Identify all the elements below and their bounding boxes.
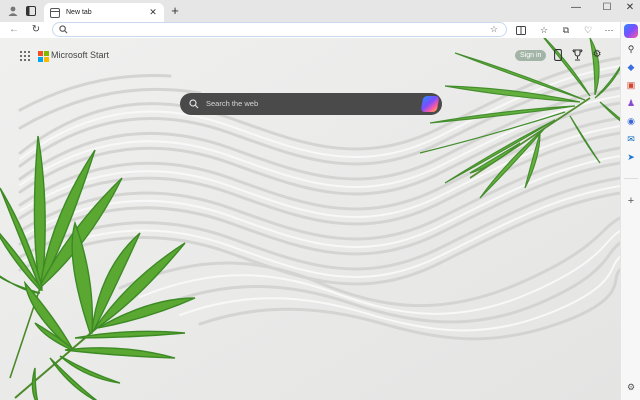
shopping-icon[interactable]: ◆: [624, 60, 638, 74]
tab-actions-icon[interactable]: [24, 4, 38, 18]
maximize-icon[interactable]: ☐: [597, 2, 617, 13]
new-tab-page: Microsoft Start Sign in ⚙ Search the web: [0, 38, 620, 400]
search-box[interactable]: Search the web: [180, 93, 442, 115]
collections-icon[interactable]: ⧉: [559, 23, 573, 37]
search-icon[interactable]: ⚲: [624, 42, 638, 56]
brand-name[interactable]: Microsoft Start: [51, 50, 109, 60]
refresh-icon[interactable]: ↻: [29, 23, 43, 37]
search-icon: [189, 99, 199, 109]
microsoft-365-icon[interactable]: ◉: [624, 114, 638, 128]
settings-gear-icon[interactable]: ⚙: [590, 48, 604, 62]
favorite-star-icon[interactable]: ☆: [490, 23, 498, 36]
profile-icon[interactable]: [6, 4, 20, 18]
split-screen-icon[interactable]: [514, 23, 528, 37]
address-bar[interactable]: ☆: [52, 22, 507, 37]
tools-icon[interactable]: ▣: [624, 78, 638, 92]
games-icon[interactable]: ♟: [624, 96, 638, 110]
apps-grid-icon[interactable]: [20, 51, 30, 61]
close-tab-icon[interactable]: ✕: [148, 7, 158, 18]
right-sidebar: ⚲ ◆ ▣ ♟ ◉ ✉ ➤ + ⚙: [620, 22, 640, 400]
settings-icon[interactable]: ⚙: [624, 380, 638, 394]
tab-title: New tab: [66, 9, 92, 16]
minimize-icon[interactable]: —: [566, 2, 586, 13]
new-tab-favicon: [50, 7, 60, 18]
copilot-icon[interactable]: [420, 96, 440, 112]
copilot-icon[interactable]: [624, 24, 638, 38]
sign-in-button[interactable]: Sign in: [515, 50, 547, 61]
browser-essentials-icon[interactable]: ♡: [581, 23, 595, 37]
drop-icon[interactable]: ➤: [624, 150, 638, 164]
microsoft-logo-icon: [38, 51, 49, 62]
close-window-icon[interactable]: ✕: [620, 2, 640, 13]
tab-new-tab[interactable]: New tab ✕: [44, 3, 164, 22]
add-icon[interactable]: +: [624, 194, 638, 208]
tab-strip: New tab ✕ + — ☐ ✕: [0, 0, 640, 22]
outlook-icon[interactable]: ✉: [624, 132, 638, 146]
new-tab-plus-icon[interactable]: +: [168, 4, 182, 18]
back-icon[interactable]: ←: [7, 23, 21, 37]
rewards-trophy-icon[interactable]: [570, 48, 584, 62]
search-icon: [59, 25, 68, 34]
phone-icon[interactable]: [551, 48, 565, 62]
toolbar: ← ↻ ☆ ☆ ⧉ ♡ ⋯: [0, 22, 640, 38]
search-input[interactable]: Search the web: [206, 99, 258, 108]
favorites-icon[interactable]: ☆: [537, 23, 551, 37]
more-icon[interactable]: ⋯: [602, 23, 616, 37]
sidebar-divider: [624, 178, 638, 179]
